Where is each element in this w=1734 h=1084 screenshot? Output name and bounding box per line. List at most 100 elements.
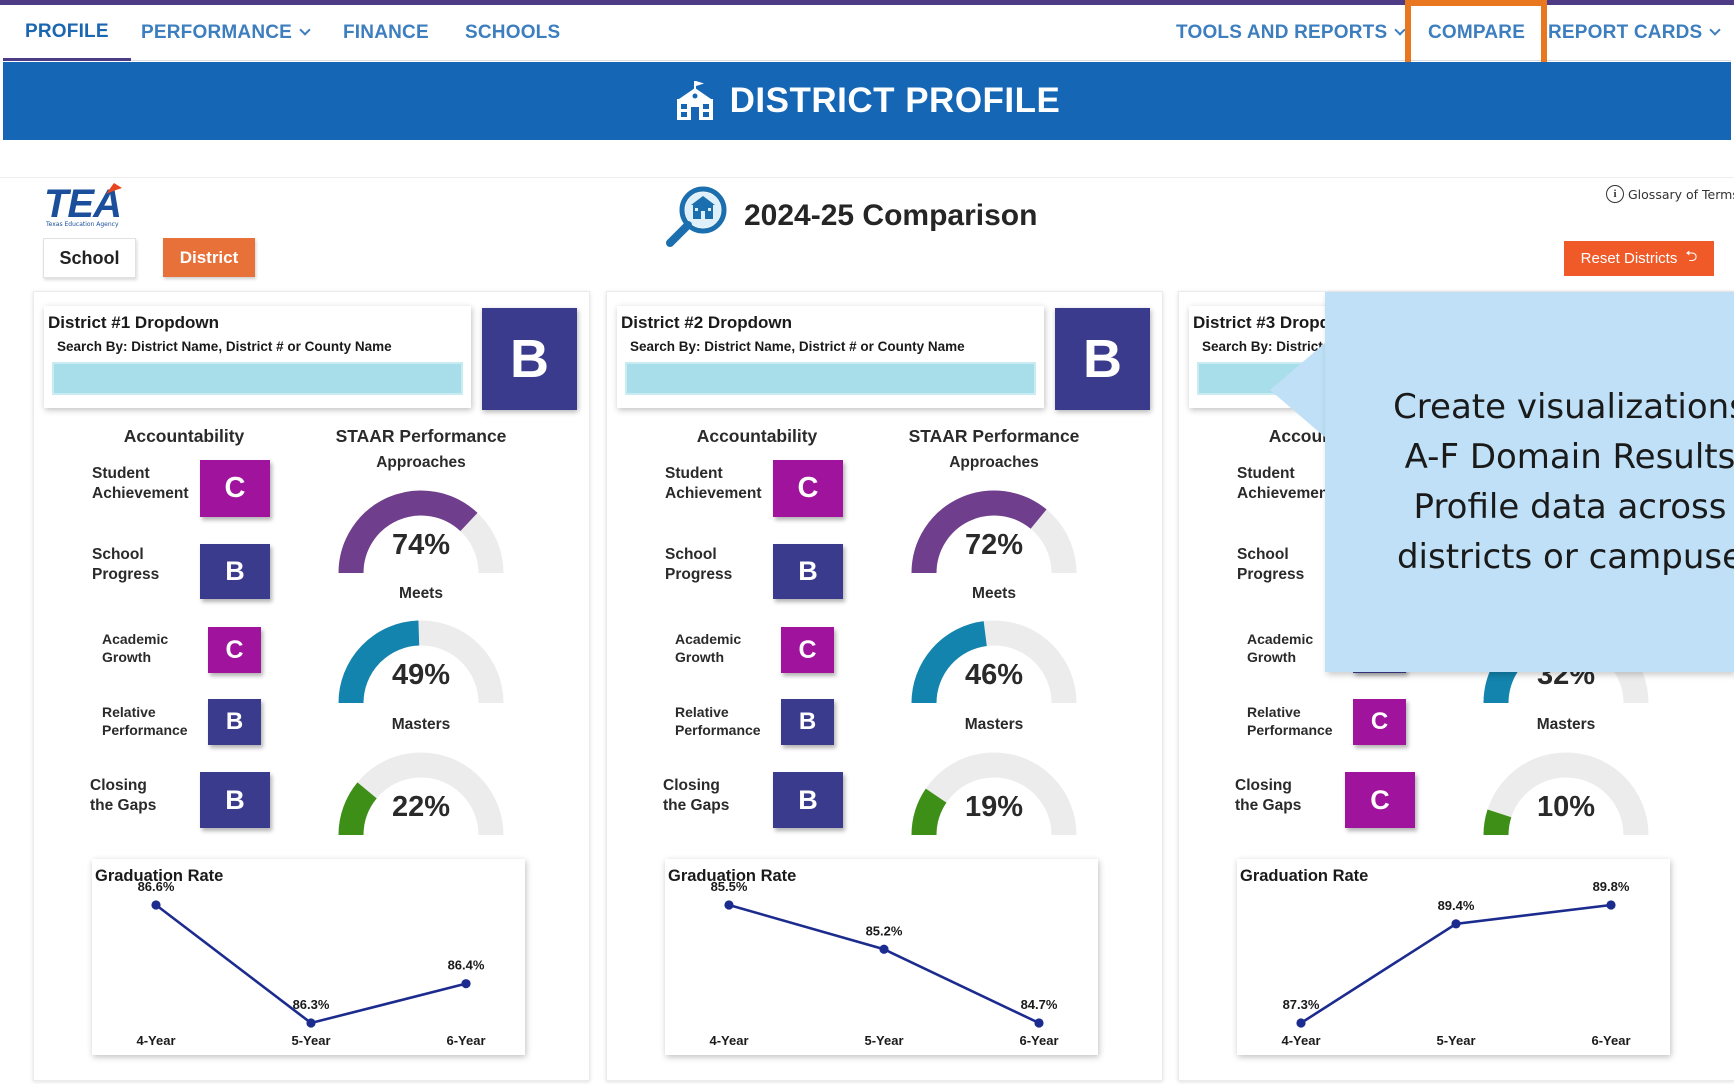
domain-grade-badge: B bbox=[773, 772, 843, 828]
nav-compare-label: COMPARE bbox=[1428, 22, 1526, 43]
graduation-rate-data-label: 89.4% bbox=[1438, 898, 1475, 913]
graduation-rate-data-label: 86.4% bbox=[448, 958, 485, 973]
reset-districts-button[interactable]: Reset Districts ⮌ bbox=[1564, 241, 1714, 276]
graduation-rate-point bbox=[724, 900, 734, 910]
gauge-value: 19% bbox=[964, 791, 1024, 823]
annotation-callout: Create visualizations A-F Domain Results… bbox=[1325, 292, 1734, 672]
school-toggle-button[interactable]: School bbox=[43, 238, 136, 278]
graduation-rate-x-label: 4-Year bbox=[1281, 1033, 1320, 1048]
domain-grade-badge: C bbox=[781, 627, 834, 673]
graduation-rate-x-label: 6-Year bbox=[446, 1033, 485, 1048]
report-title-text: 2024-25 Comparison bbox=[744, 199, 1038, 232]
gauge-label: Masters bbox=[391, 716, 451, 733]
tea-logo-subtext: Texas Education Agency bbox=[46, 221, 119, 228]
nav-tools-reports[interactable]: TOOLS AND REPORTS bbox=[1176, 5, 1407, 61]
gauge-value: 74% bbox=[391, 529, 451, 561]
school-building-icon bbox=[676, 81, 713, 120]
domain-label: School Progress bbox=[665, 546, 733, 584]
graduation-rate-x-label: 6-Year bbox=[1591, 1033, 1630, 1048]
performance-gauge: 19% bbox=[907, 747, 1081, 837]
performance-gauge: 10% bbox=[1479, 747, 1653, 837]
graduation-rate-x-label: 5-Year bbox=[864, 1033, 903, 1048]
gauge-fill bbox=[911, 788, 947, 836]
nav-profile-label: PROFILE bbox=[25, 20, 109, 42]
domain-label: School Progress bbox=[1237, 546, 1305, 584]
graduation-rate-data-label: 87.3% bbox=[1283, 997, 1320, 1012]
district-toggle-label: District bbox=[179, 247, 239, 267]
performance-gauge: 74% bbox=[334, 485, 508, 575]
nav-schools[interactable]: SCHOOLS bbox=[465, 5, 560, 61]
callout-line: districts or campuse bbox=[1396, 537, 1734, 577]
glossary-label: Glossary of Terms bbox=[1628, 186, 1734, 202]
domain-grade-badge: C bbox=[1345, 772, 1415, 828]
graduation-rate-data-label: 84.7% bbox=[1021, 997, 1058, 1012]
graduation-rate-point bbox=[1606, 900, 1616, 910]
nav-finance-label: FINANCE bbox=[343, 22, 429, 43]
domain-label: Student Achievement bbox=[92, 465, 189, 503]
graduation-rate-card: 85.5% 4-Year 85.2% 5-Year 84.7% 6-Year Graduat… bbox=[665, 859, 1098, 1055]
nav-performance-label: PERFORMANCE bbox=[141, 22, 293, 43]
graduation-rate-title: Graduation Rate bbox=[95, 867, 224, 885]
nav-compare[interactable]: COMPARE bbox=[1428, 5, 1525, 61]
callout-pointer bbox=[1270, 342, 1326, 438]
chevron-down-icon bbox=[1394, 24, 1407, 36]
magnifier-school-icon bbox=[666, 186, 727, 247]
nav-tools-reports-label: TOOLS AND REPORTS bbox=[1176, 22, 1388, 43]
nav-profile[interactable]: PROFILE bbox=[3, 5, 131, 61]
gauge-value: 10% bbox=[1536, 791, 1596, 823]
domain-grade-badge: B bbox=[200, 544, 270, 599]
domain-label: Relative Performance bbox=[675, 704, 761, 738]
domain-label: Student Achievement bbox=[665, 465, 762, 503]
graduation-rate-x-label: 4-Year bbox=[709, 1033, 748, 1048]
school-toggle-label: School bbox=[59, 247, 120, 268]
accountability-heading: Accountability bbox=[696, 426, 818, 446]
gauge-value: 49% bbox=[391, 659, 451, 691]
page-title: DISTRICT PROFILE bbox=[729, 81, 1061, 120]
chevron-down-icon bbox=[1709, 24, 1722, 36]
callout-line: Create visualizations bbox=[1393, 387, 1734, 427]
overall-grade-badge: B bbox=[482, 308, 577, 410]
staar-heading: STAAR Performance bbox=[335, 426, 507, 446]
district-panel: District #2 Dropdown Search By: District … bbox=[606, 291, 1163, 1081]
graduation-rate-title: Graduation Rate bbox=[668, 867, 797, 885]
gauge-value: 46% bbox=[964, 659, 1024, 691]
nav-report-cards[interactable]: REPORT CARDS bbox=[1548, 5, 1722, 61]
district-dropdown-card: District #2 Dropdown Search By: District … bbox=[617, 306, 1044, 408]
nav-finance[interactable]: FINANCE bbox=[343, 5, 429, 61]
divider bbox=[0, 177, 1734, 178]
flag-icon bbox=[106, 183, 122, 194]
performance-gauge: 49% bbox=[334, 615, 508, 705]
gauge-value: 22% bbox=[391, 791, 451, 823]
nav-performance[interactable]: PERFORMANCE bbox=[141, 5, 311, 61]
glossary-link[interactable]: i Glossary of Terms bbox=[1606, 185, 1734, 203]
domain-label: Student Achievement bbox=[1237, 465, 1334, 503]
domain-label: Academic Growth bbox=[102, 631, 169, 665]
district-search-input[interactable] bbox=[52, 362, 463, 395]
domain-grade-badge: C bbox=[208, 627, 261, 673]
search-hint: Search By: District Name, District # or … bbox=[630, 339, 965, 354]
gauge-label: Approaches bbox=[949, 454, 1039, 471]
gauge-fill bbox=[338, 782, 378, 836]
accountability-heading: Accountability bbox=[123, 426, 245, 446]
domain-grade-badge: B bbox=[781, 699, 834, 745]
callout-text: Create visualizations A-F Domain Results… bbox=[1360, 382, 1734, 582]
district-toggle-button[interactable]: District bbox=[163, 238, 255, 277]
graduation-rate-data-label: 85.2% bbox=[866, 923, 903, 938]
callout-line: A-F Domain Results bbox=[1404, 437, 1734, 477]
info-icon: i bbox=[1606, 185, 1624, 203]
gauge-label: Meets bbox=[972, 585, 1016, 602]
domain-grade-badge: B bbox=[208, 699, 261, 745]
domain-grade-badge: B bbox=[200, 772, 270, 828]
performance-gauge: 72% bbox=[907, 485, 1081, 575]
page-banner: DISTRICT PROFILE bbox=[3, 62, 1731, 140]
graduation-rate-card: 87.3% 4-Year 89.4% 5-Year 89.8% 6-Year Graduat… bbox=[1237, 859, 1670, 1055]
gauge-label: Meets bbox=[399, 585, 443, 602]
district-dropdown-title: District #2 Dropdown bbox=[621, 313, 792, 332]
domain-label: Closing the Gaps bbox=[1235, 777, 1302, 815]
gauge-fill bbox=[1483, 809, 1512, 836]
district-search-input[interactable] bbox=[625, 362, 1036, 395]
graduation-rate-card: 86.6% 4-Year 86.3% 5-Year 86.4% 6-Year Graduat… bbox=[92, 859, 525, 1055]
district-panel: District #1 Dropdown Search By: District … bbox=[33, 291, 590, 1081]
graduation-rate-point bbox=[879, 944, 889, 954]
domain-label: Relative Performance bbox=[102, 704, 188, 738]
